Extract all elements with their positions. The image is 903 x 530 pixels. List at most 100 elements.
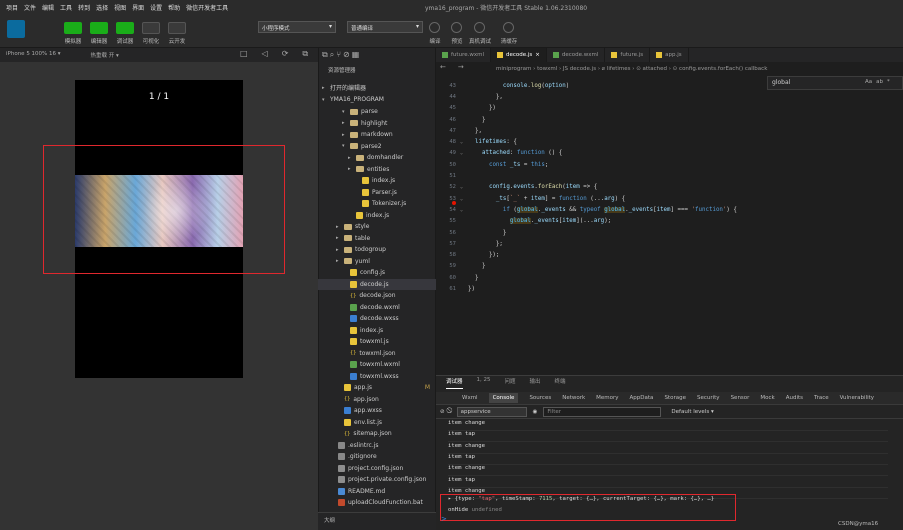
- devtools-tab[interactable]: Audits: [786, 395, 803, 401]
- fold-icon[interactable]: ⌄: [460, 184, 468, 190]
- menu-item[interactable]: 文件: [24, 3, 36, 12]
- simulator-toggle-button[interactable]: [64, 22, 82, 34]
- code-line[interactable]: 52 ⌄ config.events.forEach(item => {: [436, 182, 766, 193]
- files-icon[interactable]: ⧉: [322, 50, 328, 60]
- search-icon[interactable]: ⌕: [330, 50, 334, 60]
- fold-icon[interactable]: ⌄: [460, 196, 468, 202]
- editor-tab[interactable]: decode.wxml: [547, 48, 606, 62]
- menu-item[interactable]: 帮助: [168, 3, 180, 12]
- code-line[interactable]: 55 global._events[item](...arg);: [436, 216, 766, 227]
- visual-toggle-button[interactable]: [142, 22, 160, 34]
- code-line[interactable]: 57 };: [436, 238, 766, 249]
- close-icon[interactable]: ×: [535, 52, 540, 58]
- stop-icon[interactable]: □: [240, 49, 248, 59]
- devtools-tab[interactable]: Wxml: [462, 395, 478, 401]
- tree-item[interactable]: ▸ highlight: [318, 118, 436, 130]
- tree-item[interactable]: {} towxml.json: [318, 348, 436, 360]
- code-line[interactable]: 50 const _ts = this;: [436, 159, 766, 170]
- devtools-tab[interactable]: Sources: [529, 395, 551, 401]
- devtools-tab[interactable]: Storage: [664, 395, 686, 401]
- editor-tab[interactable]: app.js: [650, 48, 689, 62]
- code-line[interactable]: 61}): [436, 283, 766, 294]
- devtools-tab[interactable]: Trace: [814, 395, 829, 401]
- devtools-tab[interactable]: Vulnerability: [840, 395, 874, 401]
- hot-reload-toggle[interactable]: 热重载 开 ▾: [91, 51, 119, 59]
- outline-section[interactable]: 大纲: [318, 512, 436, 530]
- fold-icon[interactable]: ⌄: [460, 150, 468, 156]
- tree-item[interactable]: .eslintrc.js: [318, 440, 436, 452]
- tree-item[interactable]: README.md: [318, 486, 436, 498]
- editor-tab[interactable]: future.js: [605, 48, 651, 62]
- regex-toggle[interactable]: *: [887, 79, 890, 85]
- code-line[interactable]: 48 ⌄ lifetimes: {: [436, 137, 766, 148]
- devtools-tab[interactable]: Mock: [760, 395, 774, 401]
- code-line[interactable]: 56 }: [436, 227, 766, 238]
- compile-mode-select[interactable]: 小程序模式: [258, 21, 336, 33]
- clear-cache-icon[interactable]: [503, 22, 514, 33]
- panel-tab[interactable]: 调试器: [446, 377, 463, 389]
- panel-tab[interactable]: 终端: [555, 377, 566, 389]
- tree-item[interactable]: ▸ table: [318, 233, 436, 245]
- tree-item[interactable]: ▸ entities: [318, 164, 436, 176]
- tree-item[interactable]: towxml.js: [318, 336, 436, 348]
- tree-item[interactable]: ▸ style: [318, 221, 436, 233]
- menu-item[interactable]: 工具: [60, 3, 72, 12]
- code-line[interactable]: 45 }): [436, 103, 766, 114]
- tree-item[interactable]: env.list.js: [318, 417, 436, 429]
- menu-item[interactable]: 微信开发者工具: [186, 3, 228, 12]
- panel-tab[interactable]: 1, 25: [477, 377, 491, 389]
- menu-item[interactable]: 视图: [114, 3, 126, 12]
- tree-item[interactable]: decode.js: [318, 278, 436, 290]
- tree-item[interactable]: towxml.wxml: [318, 359, 436, 371]
- tree-item[interactable]: index.js: [318, 175, 436, 187]
- editor-toggle-button[interactable]: [90, 22, 108, 34]
- eye-icon[interactable]: ◉: [533, 409, 538, 415]
- tree-item[interactable]: ▸ markdown: [318, 129, 436, 141]
- devtools-tab[interactable]: Memory: [596, 395, 618, 401]
- tree-item[interactable]: app.js M: [318, 382, 436, 394]
- clear-console-icon[interactable]: ⊘: [440, 409, 445, 415]
- match-case-toggle[interactable]: Aa: [865, 79, 872, 85]
- extensions-icon[interactable]: ▦: [352, 50, 360, 60]
- tree-item[interactable]: Parser.js: [318, 187, 436, 199]
- tree-item[interactable]: {} sitemap.json: [318, 428, 436, 440]
- compile-target-select[interactable]: 普通编译: [347, 21, 423, 33]
- debug-icon[interactable]: ⊘: [343, 50, 350, 60]
- window-icon[interactable]: ⧉: [302, 49, 308, 59]
- project-root[interactable]: ▾ YMA16_PROGRAM: [318, 94, 436, 106]
- code-line[interactable]: 44 },: [436, 91, 766, 102]
- tree-item[interactable]: Tokenizer.js: [318, 198, 436, 210]
- code-line[interactable]: 51: [436, 170, 766, 181]
- editor-tab[interactable]: decode.js ×: [490, 48, 547, 62]
- devtools-tab[interactable]: Sensor: [731, 395, 750, 401]
- tree-item[interactable]: app.wxss: [318, 405, 436, 417]
- devtools-tab[interactable]: Network: [562, 395, 585, 401]
- code-line[interactable]: 54 ⌄ if (global._events && typeof global.…: [436, 204, 766, 215]
- tree-item[interactable]: index.js: [318, 325, 436, 337]
- debugger-toggle-button[interactable]: [116, 22, 134, 34]
- filter-input[interactable]: Filter: [543, 406, 662, 417]
- editor-tab[interactable]: future.wxml: [436, 48, 491, 62]
- volume-icon[interactable]: ◁: [262, 49, 268, 59]
- tree-item[interactable]: index.js: [318, 210, 436, 222]
- tree-item[interactable]: towxml.wxss: [318, 371, 436, 383]
- context-select[interactable]: appservice: [456, 406, 527, 417]
- code-line[interactable]: 53 ⌄ _ts[`_` + item] = function (...arg) …: [436, 193, 766, 204]
- remote-debug-icon[interactable]: [474, 22, 485, 33]
- tree-item[interactable]: uploadCloudFunction.bat: [318, 497, 436, 509]
- tree-item[interactable]: {} decode.json: [318, 290, 436, 302]
- devtools-tab[interactable]: AppData: [630, 395, 654, 401]
- fold-icon[interactable]: ⌄: [460, 207, 468, 213]
- source-control-icon[interactable]: ⑂: [336, 50, 341, 60]
- breakpoint-icon[interactable]: [452, 201, 456, 205]
- code-line[interactable]: 60 }: [436, 272, 766, 283]
- tree-item[interactable]: project.private.config.json: [318, 474, 436, 486]
- code-line[interactable]: 47 },: [436, 125, 766, 136]
- levels-select[interactable]: Default levels ▾: [671, 409, 713, 415]
- menu-item[interactable]: 项目: [6, 3, 18, 12]
- tree-item[interactable]: ▸ todogroup: [318, 244, 436, 256]
- code-line[interactable]: 46 }: [436, 114, 766, 125]
- fold-icon[interactable]: ⌄: [460, 139, 468, 145]
- tree-item[interactable]: ▾ parse: [318, 106, 436, 118]
- compile-icon[interactable]: [429, 22, 440, 33]
